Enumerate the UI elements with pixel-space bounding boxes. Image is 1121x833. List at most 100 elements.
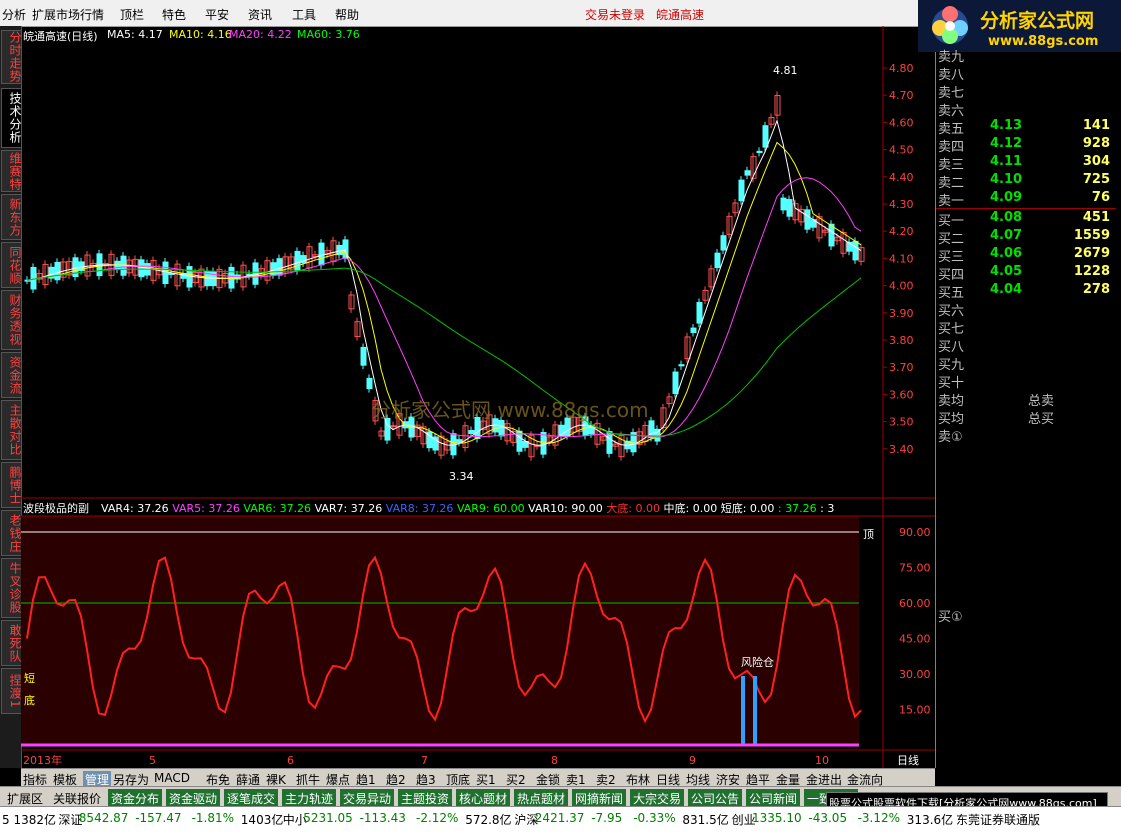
tab-laoqianzhuang[interactable]: 老钱庄 [1, 510, 22, 556]
order-book-row[interactable]: 卖二 4.10 725 [936, 172, 1116, 191]
order-book-row[interactable]: 买七 [936, 318, 1116, 337]
sub-left-label-short: 短 [24, 672, 35, 685]
sub-y-tick-label: 90.00 [899, 526, 931, 539]
tab-gansidui[interactable]: 敢死队 [1, 620, 22, 666]
ticker-item: 831.5亿 [682, 813, 729, 827]
order-book-vol: 451 [1082, 210, 1110, 225]
order-book-label: 卖五 [938, 122, 965, 137]
x-tick-label: 6 [287, 754, 294, 767]
indicator-tab[interactable]: MACD [154, 771, 190, 785]
ticker-item: -3.12% [857, 811, 901, 825]
y-tick-label: 4.00 [889, 280, 914, 293]
high-price-label: 4.81 [773, 64, 798, 77]
ticker-item: 313.6亿 [906, 813, 954, 827]
menu-item-help[interactable]: 帮助 [335, 6, 359, 23]
order-book-row[interactable]: 买九 [936, 354, 1116, 373]
period-label[interactable]: 日线 [897, 752, 919, 768]
watermark: 分析家公式网 www.88gs.com [371, 398, 649, 422]
order-book-row[interactable]: 买一 4.08 451 [936, 210, 1116, 229]
tab-xindongfang[interactable]: 新东方 [1, 194, 22, 240]
y-tick-label: 4.50 [889, 144, 914, 157]
tab-finance[interactable]: 财务透视 [1, 290, 22, 350]
tab-pengboshi[interactable]: 鹏博士 [1, 462, 22, 508]
ma-label-20: MA20: 4.22 [229, 28, 292, 41]
chart-area[interactable]: 4.80 4.70 4.60 4.50 4.40 4.30 4.20 4.10 4.00 3.90… [21, 26, 935, 768]
order-book-label: 买八 [938, 340, 965, 355]
order-book-row[interactable]: 买二 4.07 1559 [936, 228, 1116, 247]
menu-bar: 分析 扩展市场行情 顶栏 特色 平安 资讯 工具 帮助 交易未登录 皖通高速 [0, 0, 918, 27]
sub-y-tick-label: 75.00 [899, 562, 931, 575]
candle-body [276, 258, 283, 276]
order-book-label: 卖七 [938, 86, 965, 101]
order-book-row[interactable]: 买八 [936, 336, 1116, 355]
menu-item-tools[interactable]: 工具 [292, 6, 316, 23]
order-book-row[interactable]: 买四 4.05 1228 [936, 264, 1116, 283]
ticker-item: 572.8亿 [465, 813, 512, 827]
ma60-label: MA60: 3.76 [297, 28, 360, 41]
avg-buy-label: 买均 [938, 412, 965, 427]
candle-body [294, 250, 301, 272]
candle-body [714, 252, 721, 269]
tab-capital-flow[interactable]: 资金流 [1, 352, 22, 398]
order-book-price: 4.12 [990, 136, 1023, 151]
x-tick-label: 9 [689, 754, 696, 767]
order-book-price: 4.10 [990, 172, 1023, 187]
total-buy-label: 总买 [1028, 412, 1055, 427]
sell-marker: 卖① [938, 430, 963, 445]
y-tick-label: 4.40 [889, 171, 914, 184]
tab-niedu[interactable]: 捏渡1 [1, 668, 22, 714]
order-book-row[interactable]: 卖三 4.11 304 [936, 154, 1116, 173]
y-tick-label: 3.40 [889, 443, 914, 456]
order-book-label: 买二 [938, 232, 965, 247]
order-book-row[interactable]: 卖四 4.12 928 [936, 136, 1116, 155]
tab-niucha[interactable]: 牛叉诊股 [1, 558, 22, 618]
sub-y-tick-label: 45.00 [899, 633, 931, 646]
order-book-row[interactable]: 卖六 [936, 100, 1116, 119]
x-tick-label: 8 [551, 754, 558, 767]
order-book-row[interactable]: 卖八 [936, 64, 1116, 83]
stock-status: 皖通高速 [656, 8, 705, 22]
order-book-vol: 141 [1082, 118, 1110, 133]
order-book-row[interactable]: 卖一 4.09 76 [936, 190, 1116, 209]
tab-technical[interactable]: 技术分析 [1, 88, 22, 148]
order-book-row[interactable]: 买三 4.06 2679 [936, 246, 1116, 265]
order-book-label: 买三 [938, 250, 965, 265]
var-label: VAR5: 37.26 [172, 502, 244, 515]
menu-item-ext-market[interactable]: 扩展市场行情 [32, 6, 104, 23]
order-book-row[interactable]: 卖九 [936, 46, 1116, 65]
candle-body [678, 364, 685, 367]
y-tick-label: 3.90 [889, 307, 914, 320]
menu-item-pingan[interactable]: 平安 [205, 6, 229, 23]
order-book-vol: 725 [1082, 172, 1110, 187]
candle-body [852, 240, 859, 261]
order-book-row[interactable]: 卖七 [936, 82, 1116, 101]
order-book-row[interactable]: 买十 [936, 372, 1116, 391]
login-status[interactable]: 交易未登录 [585, 6, 645, 23]
order-book-price: 4.07 [990, 228, 1023, 243]
candle-body [54, 261, 61, 281]
y-tick-label: 4.10 [889, 252, 914, 265]
order-book-price: 4.13 [990, 118, 1023, 133]
order-book-row[interactable]: 买五 4.04 278 [936, 282, 1116, 301]
menu-item-analysis[interactable]: 分析 [2, 6, 26, 23]
candle-body [762, 125, 769, 148]
order-book-label: 卖三 [938, 158, 965, 173]
avg-sell-label: 卖均 [938, 394, 965, 409]
candle-body [186, 266, 193, 288]
order-book-price: 4.04 [990, 282, 1023, 297]
menu-item-topbar[interactable]: 顶栏 [120, 6, 144, 23]
candle-body [744, 170, 751, 176]
ticker-item: 1335.10 [752, 811, 802, 825]
ma10-label: MA10: 4.16 [169, 28, 232, 41]
tab-intraday[interactable]: 分时走势 [1, 30, 22, 84]
order-book-row[interactable]: 买六 [936, 300, 1116, 319]
tab-weisaite[interactable]: 维赛特 [1, 150, 22, 192]
var-label: : 3 [820, 502, 835, 515]
ticker-item: -43.05 [808, 811, 848, 825]
ticker-item: 东莞证券联通版 [956, 813, 1041, 827]
tab-tonghuashun[interactable]: 同花顺 [1, 242, 22, 288]
menu-item-news[interactable]: 资讯 [248, 6, 272, 23]
tab-main-retail[interactable]: 主散对比 [1, 400, 22, 460]
menu-item-feature[interactable]: 特色 [162, 6, 186, 23]
order-book-row[interactable]: 卖五 4.13 141 [936, 118, 1116, 137]
